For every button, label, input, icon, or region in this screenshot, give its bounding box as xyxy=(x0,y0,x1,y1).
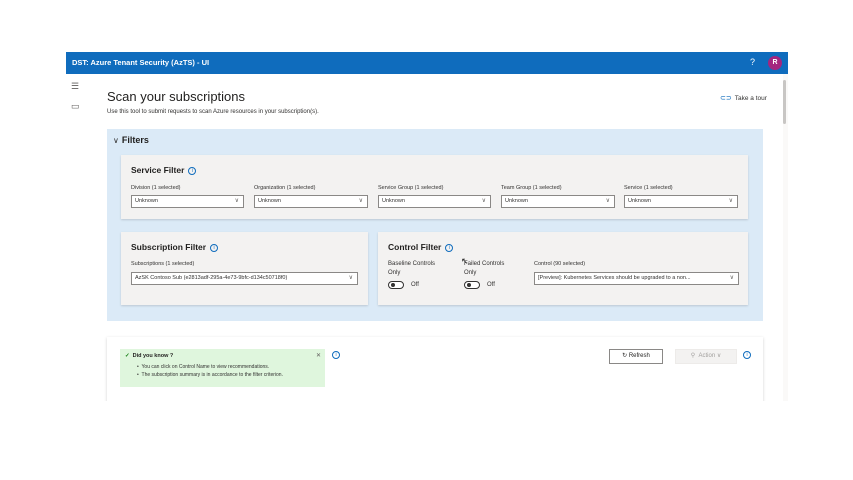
scrollbar[interactable] xyxy=(783,80,786,124)
baseline-toggle-state: Off xyxy=(411,282,419,288)
control-filter-card: Control Filter i Baseline Controls Only O… xyxy=(378,232,748,305)
chevron-down-icon: ∨ xyxy=(481,198,486,204)
tour-label: Take a tour xyxy=(734,95,767,102)
service-group-label: Service Group (1 selected) xyxy=(378,185,444,191)
results-card: ✓ Did you know ? ✕ • You can click on Con… xyxy=(107,337,763,401)
failed-only-label: Only xyxy=(464,270,477,276)
check-circle-icon: ✓ xyxy=(125,353,130,359)
service-filter-card: Service Filter i Division (1 selected) Un… xyxy=(121,155,748,219)
service-group-value: Unknown xyxy=(382,198,405,204)
division-value: Unknown xyxy=(135,198,158,204)
filters-panel: ∨ Filters Service Filter i Division (1 sel… xyxy=(107,129,763,321)
avatar[interactable]: R xyxy=(768,56,782,70)
subscription-filter-title: Subscription Filter i xyxy=(131,242,219,252)
service-dropdown[interactable]: Unknown ∨ xyxy=(624,195,738,208)
tip-text: The subscription summary is in accordanc… xyxy=(141,372,283,378)
mouse-cursor-icon: ↖ xyxy=(461,256,469,266)
control-filter-title-text: Control Filter xyxy=(388,242,442,252)
chevron-down-icon: ∨ xyxy=(728,198,733,204)
service-label: Service (1 selected) xyxy=(624,185,673,191)
close-icon[interactable]: ✕ xyxy=(316,352,321,359)
chevron-down-icon: ∨ xyxy=(358,198,363,204)
failed-controls-toggle[interactable] xyxy=(464,281,480,289)
help-icon[interactable]: ? xyxy=(750,57,755,67)
service-value: Unknown xyxy=(628,198,651,204)
control-label: Control (90 selected) xyxy=(534,261,586,267)
chevron-down-icon: ∨ xyxy=(234,198,239,204)
chevron-down-icon: ∨ xyxy=(605,198,610,204)
organization-value: Unknown xyxy=(258,198,281,204)
toggle-knob xyxy=(391,283,395,287)
page-subtitle: Use this tool to submit requests to scan… xyxy=(107,109,319,115)
refresh-label: Refresh xyxy=(628,353,650,359)
action-label: Action xyxy=(698,353,716,359)
baseline-only-label: Only xyxy=(388,270,401,276)
failed-controls-label: Failed Controls xyxy=(464,261,505,267)
subscription-filter-card: Subscription Filter i Subscriptions (1 se… xyxy=(121,232,368,305)
info-icon[interactable]: i xyxy=(332,351,340,359)
refresh-button[interactable]: ↻ Refresh xyxy=(609,349,663,364)
baseline-controls-toggle[interactable] xyxy=(388,281,404,289)
info-icon[interactable]: i xyxy=(743,351,751,359)
hamburger-icon[interactable]: ☰ xyxy=(71,81,79,92)
info-icon[interactable]: i xyxy=(188,166,197,175)
did-you-know-title-text: Did you know ? xyxy=(132,353,174,359)
refresh-icon: ↻ xyxy=(622,353,628,359)
team-group-dropdown[interactable]: Unknown ∨ xyxy=(501,195,615,208)
tip-line: • You can click on Control Name to view … xyxy=(137,364,270,370)
top-bar: DST: Azure Tenant Security (AzTS) - UI ?… xyxy=(66,52,788,74)
rocket-icon: ⚲ xyxy=(690,353,696,359)
left-nav: ☰ ▭ xyxy=(66,74,87,401)
division-dropdown[interactable]: Unknown ∨ xyxy=(131,195,244,208)
tour-icon: ⊂⊃ xyxy=(720,95,732,102)
organization-label: Organization (1 selected) xyxy=(254,185,316,191)
subscription-filter-title-text: Subscription Filter xyxy=(131,242,207,252)
filters-toggle[interactable]: ∨ Filters xyxy=(113,135,149,145)
did-you-know-title: ✓ Did you know ? xyxy=(125,353,173,359)
info-icon[interactable]: i xyxy=(445,243,454,252)
tip-text: You can click on Control Name to view re… xyxy=(141,364,270,370)
info-icon[interactable]: i xyxy=(210,243,219,252)
subscriptions-value: AzSK Contoso Sub (e2813adf-295a-4e73-9bf… xyxy=(135,275,288,281)
organization-dropdown[interactable]: Unknown ∨ xyxy=(254,195,368,208)
failed-toggle-state: Off xyxy=(487,282,495,288)
page-title: Scan your subscriptions xyxy=(107,89,246,104)
service-group-dropdown[interactable]: Unknown ∨ xyxy=(378,195,491,208)
app-window: DST: Azure Tenant Security (AzTS) - UI ?… xyxy=(66,52,788,401)
service-filter-title-text: Service Filter xyxy=(131,165,185,175)
filters-header: Filters xyxy=(121,135,149,145)
team-group-value: Unknown xyxy=(505,198,528,204)
control-value: [Preview]: Kubernetes Services should be… xyxy=(538,275,691,281)
control-dropdown[interactable]: [Preview]: Kubernetes Services should be… xyxy=(534,272,739,285)
did-you-know-banner: ✓ Did you know ? ✕ • You can click on Con… xyxy=(120,349,325,387)
action-button[interactable]: ⚲ Action ∨ xyxy=(675,349,737,364)
team-group-label: Team Group (1 selected) xyxy=(501,185,562,191)
chevron-down-icon: ∨ xyxy=(113,136,119,145)
app-title: DST: Azure Tenant Security (AzTS) - UI xyxy=(72,58,210,67)
service-filter-title: Service Filter i xyxy=(131,165,197,175)
chevron-down-icon: ∨ xyxy=(716,353,722,359)
toggle-knob xyxy=(467,283,471,287)
baseline-controls-label: Baseline Controls xyxy=(388,261,436,267)
take-tour-link[interactable]: ⊂⊃ Take a tour xyxy=(720,94,767,102)
subscriptions-label: Subscriptions (1 selected) xyxy=(131,261,195,267)
chevron-down-icon: ∨ xyxy=(348,275,353,281)
tip-line: • The subscription summary is in accorda… xyxy=(137,372,283,378)
document-icon[interactable]: ▭ xyxy=(71,101,80,112)
division-label: Division (1 selected) xyxy=(131,185,181,191)
subscriptions-dropdown[interactable]: AzSK Contoso Sub (e2813adf-295a-4e73-9bf… xyxy=(131,272,358,285)
control-filter-title: Control Filter i xyxy=(388,242,454,252)
main-content: Scan your subscriptions Use this tool to… xyxy=(86,74,783,401)
chevron-down-icon: ∨ xyxy=(729,275,734,281)
